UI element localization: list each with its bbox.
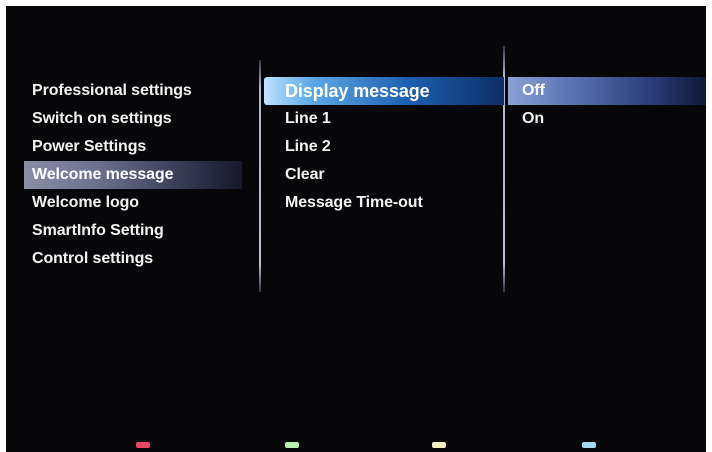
- blue-key-indicator[interactable]: [582, 442, 596, 448]
- menu-item-switch-on-settings[interactable]: Switch on settings: [24, 105, 242, 133]
- menu-item-power-settings[interactable]: Power Settings: [24, 133, 242, 161]
- menu-item-message-time-out[interactable]: Message Time-out: [264, 189, 504, 217]
- menu-item-smartinfo-setting[interactable]: SmartInfo Setting: [24, 217, 242, 245]
- menu-level1: Professional settings Switch on settings…: [24, 77, 242, 273]
- menu-item-welcome-message[interactable]: Welcome message: [24, 161, 242, 189]
- tv-screen: Professional settings Switch on settings…: [6, 6, 706, 452]
- yellow-key-indicator[interactable]: [432, 442, 446, 448]
- menu-item-line-2[interactable]: Line 2: [264, 133, 504, 161]
- menu-item-professional-settings[interactable]: Professional settings: [24, 77, 242, 105]
- menu-item-line-1[interactable]: Line 1: [264, 105, 504, 133]
- option-off[interactable]: Off: [508, 77, 706, 105]
- menu-item-clear[interactable]: Clear: [264, 161, 504, 189]
- column-divider-1: [259, 60, 261, 292]
- menu-level3: Off On: [508, 77, 706, 133]
- color-key-bar: [6, 442, 706, 450]
- menu-item-welcome-logo[interactable]: Welcome logo: [24, 189, 242, 217]
- red-key-indicator[interactable]: [136, 442, 150, 448]
- menu-level2: Display message Line 1 Line 2 Clear Mess…: [264, 77, 504, 217]
- option-on[interactable]: On: [508, 105, 706, 133]
- menu-item-control-settings[interactable]: Control settings: [24, 245, 242, 273]
- green-key-indicator[interactable]: [285, 442, 299, 448]
- menu-item-display-message[interactable]: Display message: [264, 77, 504, 105]
